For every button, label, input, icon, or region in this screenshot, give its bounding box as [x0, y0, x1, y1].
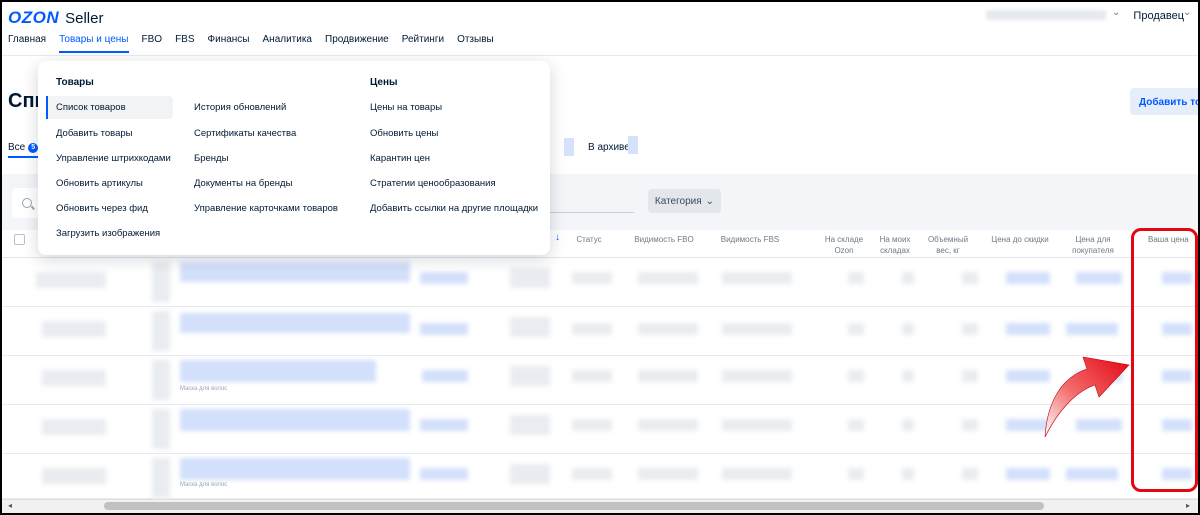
tab-all-count-badge: 5 — [28, 142, 39, 153]
main-nav: Главная Товары и цены FBO FBS Финансы Ан… — [8, 34, 507, 53]
nav-analytics[interactable]: Аналитика — [263, 34, 313, 53]
menu-item-barcodes[interactable]: Управление штрихкодами — [56, 153, 171, 164]
screenshot-frame: OZON Seller ⌄ Продавец ⌄ Главная Товары … — [0, 0, 1200, 515]
tab-all-label: Все — [8, 142, 26, 153]
table-row[interactable] — [2, 405, 1198, 454]
nav-products-prices[interactable]: Товары и цены — [59, 34, 129, 53]
dropdown-products-heading: Товары — [56, 77, 94, 88]
scrollbar-thumb[interactable] — [104, 502, 1044, 510]
scroll-left-icon[interactable]: ◂ — [8, 501, 12, 510]
nav-fbs[interactable]: FBS — [175, 34, 194, 53]
chevron-down-icon: ⌄ — [705, 195, 715, 207]
annotation-arrow-icon — [1044, 356, 1130, 438]
seller-role-label[interactable]: Продавец — [1133, 10, 1184, 22]
products-prices-dropdown: Товары Список товаров Добавить товары Уп… — [38, 61, 550, 255]
col-my-stock[interactable]: На моих складах — [874, 234, 916, 256]
search-icon — [22, 198, 32, 208]
nav-reviews[interactable]: Отзывы — [457, 34, 494, 53]
menu-item-update-history[interactable]: История обновлений — [194, 102, 286, 113]
table-row[interactable]: Маска для волос — [2, 454, 1198, 499]
product-subtitle: Маска для волос — [180, 482, 228, 488]
menu-item-manage-cards[interactable]: Управление карточками товаров — [194, 203, 338, 214]
account-name-redacted — [986, 10, 1106, 20]
ozon-seller-logo[interactable]: OZON Seller — [8, 8, 103, 28]
col-visibility-fbs[interactable]: Видимость FBS — [720, 234, 780, 245]
product-subtitle: Маска для волос — [180, 386, 228, 392]
table-row[interactable]: Маска для волос — [2, 356, 1198, 405]
filter-field-underline[interactable] — [550, 212, 634, 213]
seller-chevron-icon[interactable]: ⌄ — [1183, 7, 1191, 18]
menu-item-add-external-links[interactable]: Добавить ссылки на другие площадки — [370, 203, 538, 214]
menu-item-pricing-strategies[interactable]: Стратегии ценообразования — [370, 178, 496, 189]
nav-promotion[interactable]: Продвижение — [325, 34, 389, 53]
tab-active-underline — [8, 156, 38, 158]
select-all-checkbox[interactable] — [14, 234, 25, 245]
logo-brand: OZON — [8, 8, 60, 27]
menu-item-upload-images[interactable]: Загрузить изображения — [56, 228, 160, 239]
top-bar: OZON Seller ⌄ Продавец ⌄ — [2, 2, 1198, 30]
nav-fbo[interactable]: FBO — [142, 34, 163, 53]
menu-item-quality-certificates[interactable]: Сертификаты качества — [194, 128, 296, 139]
category-filter-label: Категория — [654, 195, 702, 207]
tab-archive[interactable]: В архиве — [588, 142, 630, 153]
menu-item-price-quarantine[interactable]: Карантин цен — [370, 153, 430, 164]
col-visibility-fbo[interactable]: Видимость FBO — [634, 234, 694, 245]
menu-item-product-prices[interactable]: Цены на товары — [370, 102, 442, 113]
add-products-button[interactable]: Добавить това — [1130, 88, 1198, 115]
tab-archive-count-chip — [628, 136, 638, 154]
dropdown-prices-heading: Цены — [370, 77, 398, 88]
nav-finance[interactable]: Финансы — [208, 34, 250, 53]
sort-arrow-icon[interactable]: ↓ — [555, 232, 560, 243]
menu-item-update-prices[interactable]: Обновить цены — [370, 128, 438, 139]
scroll-right-icon[interactable]: ▸ — [1186, 501, 1190, 510]
menu-item-update-articles[interactable]: Обновить артикулы — [56, 178, 143, 189]
col-price-before-discount[interactable]: Цена до скидки — [990, 234, 1050, 245]
tab-count-chip — [564, 138, 574, 156]
tab-all[interactable]: Все 5 — [8, 142, 39, 153]
category-filter-button[interactable]: Категория ⌄ — [648, 189, 721, 213]
col-buyer-price[interactable]: Цена для покупателя — [1068, 234, 1118, 256]
menu-item-add-products[interactable]: Добавить товары — [56, 128, 133, 139]
annotation-highlight-box — [1131, 228, 1198, 492]
table-row[interactable] — [2, 258, 1198, 307]
menu-item-brand-documents[interactable]: Документы на бренды — [194, 178, 292, 189]
col-ozon-stock[interactable]: На складе Ozon — [820, 234, 868, 256]
account-chevron-icon[interactable]: ⌄ — [1112, 7, 1120, 18]
menu-item-brands[interactable]: Бренды — [194, 153, 228, 164]
status-tabs: Все 5 — [8, 142, 39, 153]
menu-item-update-feed[interactable]: Обновить через фид — [56, 203, 148, 214]
nav-home[interactable]: Главная — [8, 34, 46, 53]
col-status[interactable]: Статус — [574, 234, 604, 245]
logo-product: Seller — [65, 10, 104, 27]
menu-item-product-list[interactable]: Список товаров — [46, 96, 173, 119]
col-volume-weight[interactable]: Объемный вес, кг — [920, 234, 976, 256]
table-row[interactable] — [2, 307, 1198, 356]
nav-divider — [2, 55, 1198, 56]
nav-ratings[interactable]: Рейтинги — [402, 34, 444, 53]
